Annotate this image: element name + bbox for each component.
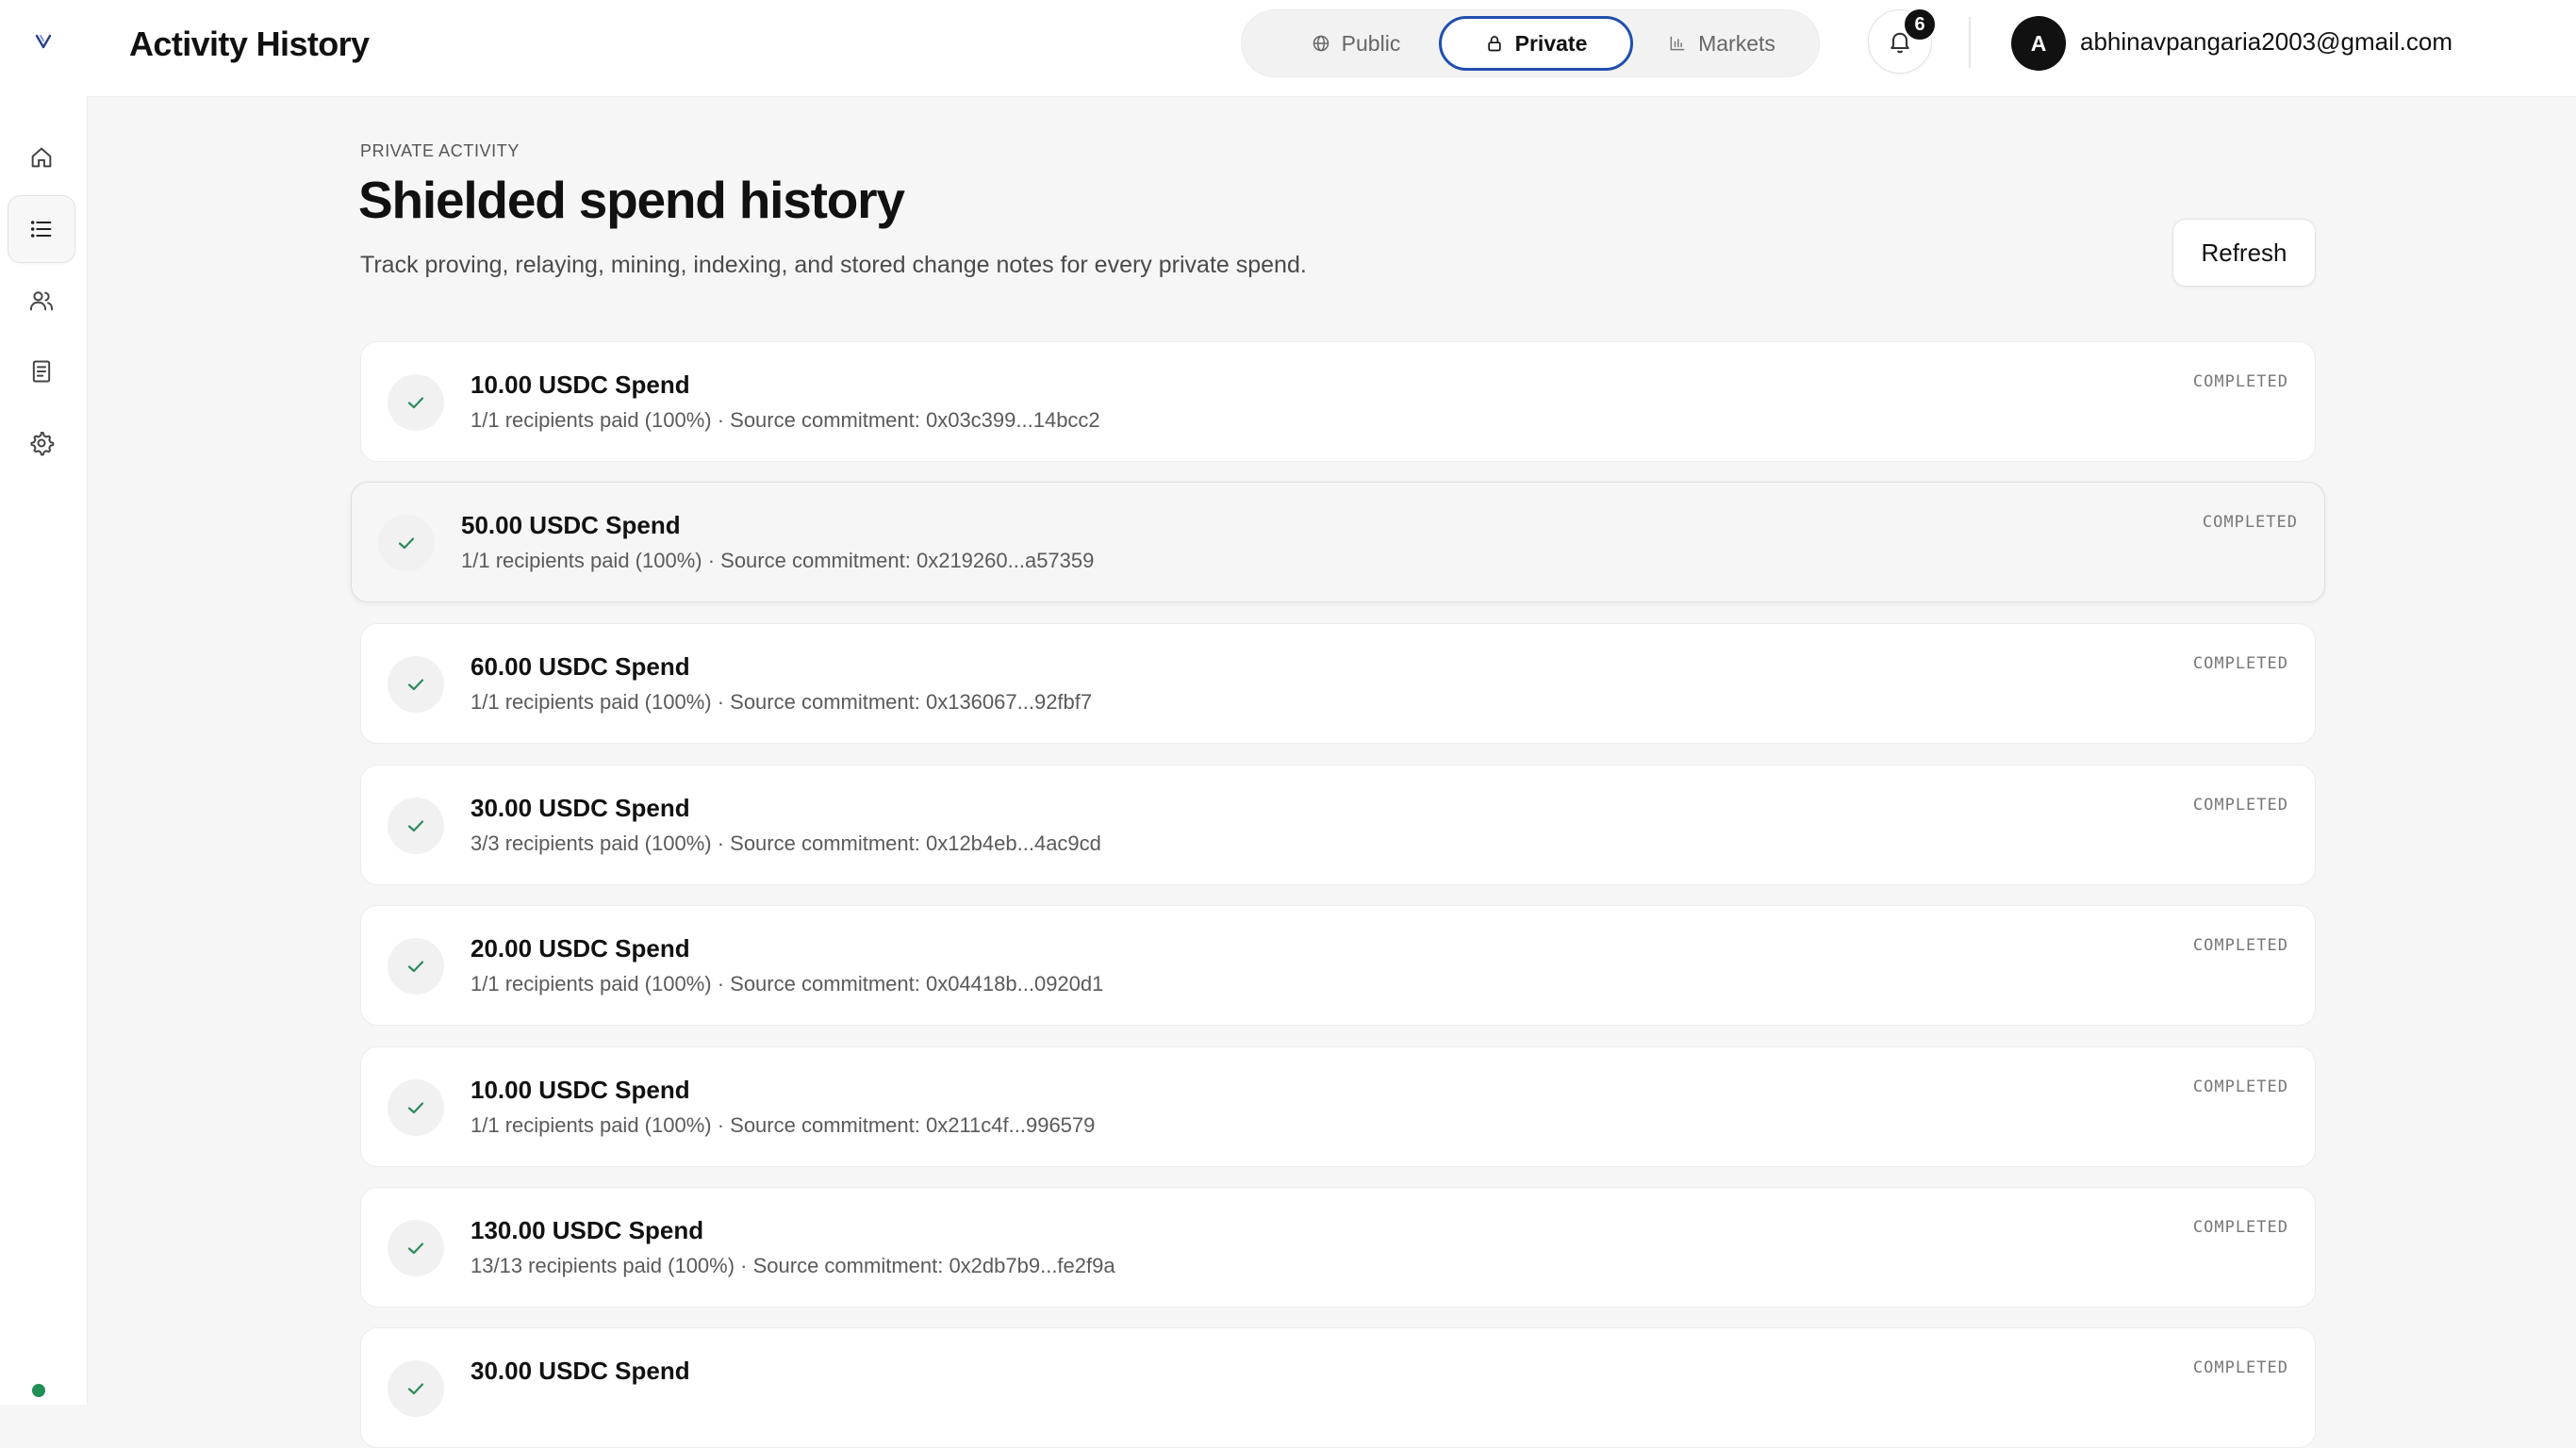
mode-switcher: Public Private Markets — [1241, 9, 1820, 77]
notification-count-badge: 6 — [1902, 7, 1938, 42]
check-icon — [407, 961, 424, 973]
status-badge: COMPLETED — [2192, 654, 2288, 673]
status-badge: COMPLETED — [2192, 1358, 2288, 1377]
check-badge — [388, 1360, 444, 1417]
activity-row[interactable]: 130.00 USDC Spend 13/13 recipients paid … — [360, 1187, 2316, 1308]
check-icon — [398, 537, 415, 550]
globe-icon — [1313, 35, 1329, 52]
check-badge — [388, 938, 444, 995]
tab-markets-label: Markets — [1698, 30, 1775, 56]
gear-icon — [30, 431, 55, 456]
avatar[interactable]: A — [2011, 16, 2066, 71]
home-icon — [31, 147, 52, 168]
users-icon — [29, 291, 54, 311]
activity-meta: 1/1 recipients paid (100%) · Source comm… — [471, 690, 1093, 714]
activity-meta: 1/1 recipients paid (100%) · Source comm… — [471, 1113, 1096, 1137]
bar-chart-icon — [1670, 36, 1685, 51]
activity-title: 10.00 USDC Spend — [471, 1076, 690, 1104]
page-subtitle: Track proving, relaying, mining, indexin… — [360, 252, 1307, 278]
activity-title: 30.00 USDC Spend — [471, 1357, 690, 1385]
logo-icon[interactable] — [28, 26, 58, 57]
activity-title: 50.00 USDC Spend — [461, 511, 681, 539]
activity-meta: 3/3 recipients paid (100%) · Source comm… — [471, 831, 1101, 855]
sidebar-item-activity[interactable] — [8, 195, 75, 263]
activity-row[interactable]: 60.00 USDC Spend 1/1 recipients paid (10… — [360, 623, 2316, 744]
sidebar-item-documents[interactable] — [8, 337, 75, 405]
check-badge — [388, 374, 444, 431]
activity-meta: 1/1 recipients paid (100%) · Source comm… — [461, 549, 1095, 572]
activity-row[interactable]: 30.00 USDC Spend COMPLETED — [360, 1327, 2316, 1448]
activity-meta: 13/13 recipients paid (100%) · Source co… — [471, 1254, 1115, 1277]
document-icon — [32, 360, 51, 383]
check-icon — [407, 820, 424, 832]
tab-markets[interactable]: Markets — [1642, 16, 1802, 71]
tab-private-label: Private — [1514, 30, 1588, 56]
header-divider — [1969, 17, 1971, 68]
activity-meta: 1/1 recipients paid (100%) · Source comm… — [471, 408, 1100, 432]
status-badge: COMPLETED — [2192, 936, 2288, 955]
activity-title: 10.00 USDC Spend — [471, 370, 690, 399]
section-eyebrow: PRIVATE ACTIVITY — [360, 141, 520, 160]
activity-row[interactable]: 10.00 USDC Spend 1/1 recipients paid (10… — [360, 1046, 2316, 1167]
sidebar-item-settings[interactable] — [8, 409, 75, 477]
activity-row[interactable]: 20.00 USDC Spend 1/1 recipients paid (10… — [360, 905, 2316, 1026]
connection-status-dot — [32, 1384, 45, 1397]
check-badge — [388, 1220, 444, 1276]
refresh-button[interactable]: Refresh — [2172, 219, 2316, 287]
user-email[interactable]: abhinavpangaria2003@gmail.com — [2080, 27, 2452, 57]
page-header-title: Activity History — [129, 25, 370, 63]
activity-title: 130.00 USDC Spend — [471, 1216, 704, 1244]
check-icon — [407, 1383, 424, 1395]
check-icon — [407, 1242, 424, 1255]
lock-icon — [1487, 36, 1501, 52]
check-icon — [407, 397, 424, 409]
tab-public[interactable]: Public — [1276, 16, 1436, 71]
check-badge — [388, 798, 444, 854]
check-icon — [407, 679, 424, 691]
status-badge: COMPLETED — [2202, 513, 2298, 532]
status-badge: COMPLETED — [2192, 372, 2288, 391]
sidebar — [0, 0, 88, 1405]
status-badge: COMPLETED — [2192, 796, 2288, 814]
check-badge — [388, 1079, 444, 1136]
check-icon — [407, 1102, 424, 1114]
tab-private[interactable]: Private — [1439, 16, 1633, 71]
activity-title: 60.00 USDC Spend — [471, 652, 690, 681]
status-badge: COMPLETED — [2192, 1218, 2288, 1237]
activity-row[interactable]: 10.00 USDC Spend 1/1 recipients paid (10… — [360, 341, 2316, 462]
page-title: Shielded spend history — [358, 171, 905, 229]
list-icon — [30, 221, 52, 238]
activity-title: 20.00 USDC Spend — [471, 934, 690, 963]
tab-public-label: Public — [1341, 30, 1401, 56]
activity-row[interactable]: 50.00 USDC Spend 1/1 recipients paid (10… — [351, 482, 2325, 602]
sidebar-item-home[interactable] — [8, 123, 75, 191]
status-badge: COMPLETED — [2192, 1078, 2288, 1096]
check-badge — [378, 515, 435, 571]
check-badge — [388, 656, 444, 713]
activity-meta: 1/1 recipients paid (100%) · Source comm… — [471, 972, 1104, 996]
activity-row[interactable]: 30.00 USDC Spend 3/3 recipients paid (10… — [360, 765, 2316, 885]
activity-title: 30.00 USDC Spend — [471, 794, 690, 822]
sidebar-item-contacts[interactable] — [8, 267, 75, 335]
